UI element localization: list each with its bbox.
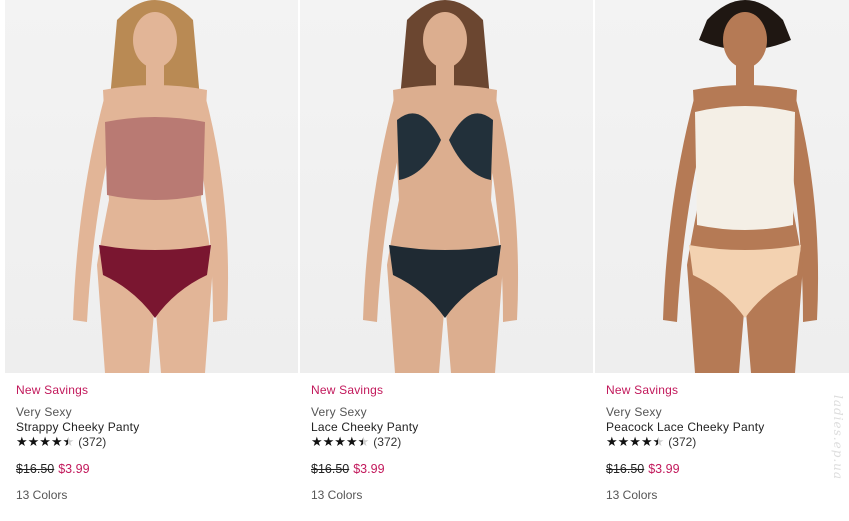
crop-top xyxy=(695,106,795,230)
rating[interactable]: ★★★★★ (372) xyxy=(16,434,106,450)
review-count[interactable]: (372) xyxy=(78,435,106,449)
promo-label: New Savings xyxy=(16,383,89,397)
product-card[interactable]: New Savings Very Sexy Strappy Cheeky Pan… xyxy=(5,0,298,521)
original-price: $16.50 xyxy=(16,462,55,476)
sale-price: $3.99 xyxy=(353,462,385,476)
sale-price: $3.99 xyxy=(58,462,90,476)
color-count[interactable]: 13 Colors xyxy=(16,488,67,502)
brand-label: Very Sexy xyxy=(311,405,367,419)
brand-label: Very Sexy xyxy=(606,405,662,419)
head xyxy=(423,12,467,68)
price: $16.50 $3.99 xyxy=(606,462,680,476)
product-name-link[interactable]: Lace Cheeky Panty xyxy=(311,420,418,434)
star-rating-icon: ★★★★★ xyxy=(311,435,369,450)
neck xyxy=(146,62,164,86)
head xyxy=(723,12,767,68)
neck xyxy=(436,62,454,86)
price: $16.50 $3.99 xyxy=(311,462,385,476)
product-image[interactable] xyxy=(300,0,593,373)
rating[interactable]: ★★★★★ (372) xyxy=(311,434,401,450)
star-rating-icon: ★★★★★ xyxy=(16,435,74,450)
head xyxy=(133,12,177,68)
review-count[interactable]: (372) xyxy=(668,435,696,449)
review-count[interactable]: (372) xyxy=(373,435,401,449)
neck xyxy=(736,62,754,86)
model-photo-illustration xyxy=(73,0,229,373)
color-count[interactable]: 13 Colors xyxy=(311,488,362,502)
star-rating-icon: ★★★★★ xyxy=(606,435,664,450)
price: $16.50 $3.99 xyxy=(16,462,90,476)
product-image[interactable] xyxy=(5,0,298,373)
model-photo-illustration xyxy=(363,0,519,373)
product-image[interactable] xyxy=(595,0,849,373)
product-card[interactable]: New Savings Very Sexy Lace Cheeky Panty … xyxy=(300,0,593,521)
model-photo-illustration xyxy=(663,0,819,373)
rating[interactable]: ★★★★★ (372) xyxy=(606,434,696,450)
promo-label: New Savings xyxy=(311,383,384,397)
product-card[interactable]: New Savings Very Sexy Peacock Lace Cheek… xyxy=(595,0,849,521)
watermark: ladies.ep.ua xyxy=(831,395,845,481)
original-price: $16.50 xyxy=(606,462,645,476)
sale-price: $3.99 xyxy=(648,462,680,476)
original-price: $16.50 xyxy=(311,462,350,476)
promo-label: New Savings xyxy=(606,383,679,397)
color-count[interactable]: 13 Colors xyxy=(606,488,657,502)
product-name-link[interactable]: Strappy Cheeky Panty xyxy=(16,420,139,434)
product-name-link[interactable]: Peacock Lace Cheeky Panty xyxy=(606,420,764,434)
crop-top xyxy=(105,117,205,200)
product-grid: New Savings Very Sexy Strappy Cheeky Pan… xyxy=(0,0,849,521)
brand-label: Very Sexy xyxy=(16,405,72,419)
